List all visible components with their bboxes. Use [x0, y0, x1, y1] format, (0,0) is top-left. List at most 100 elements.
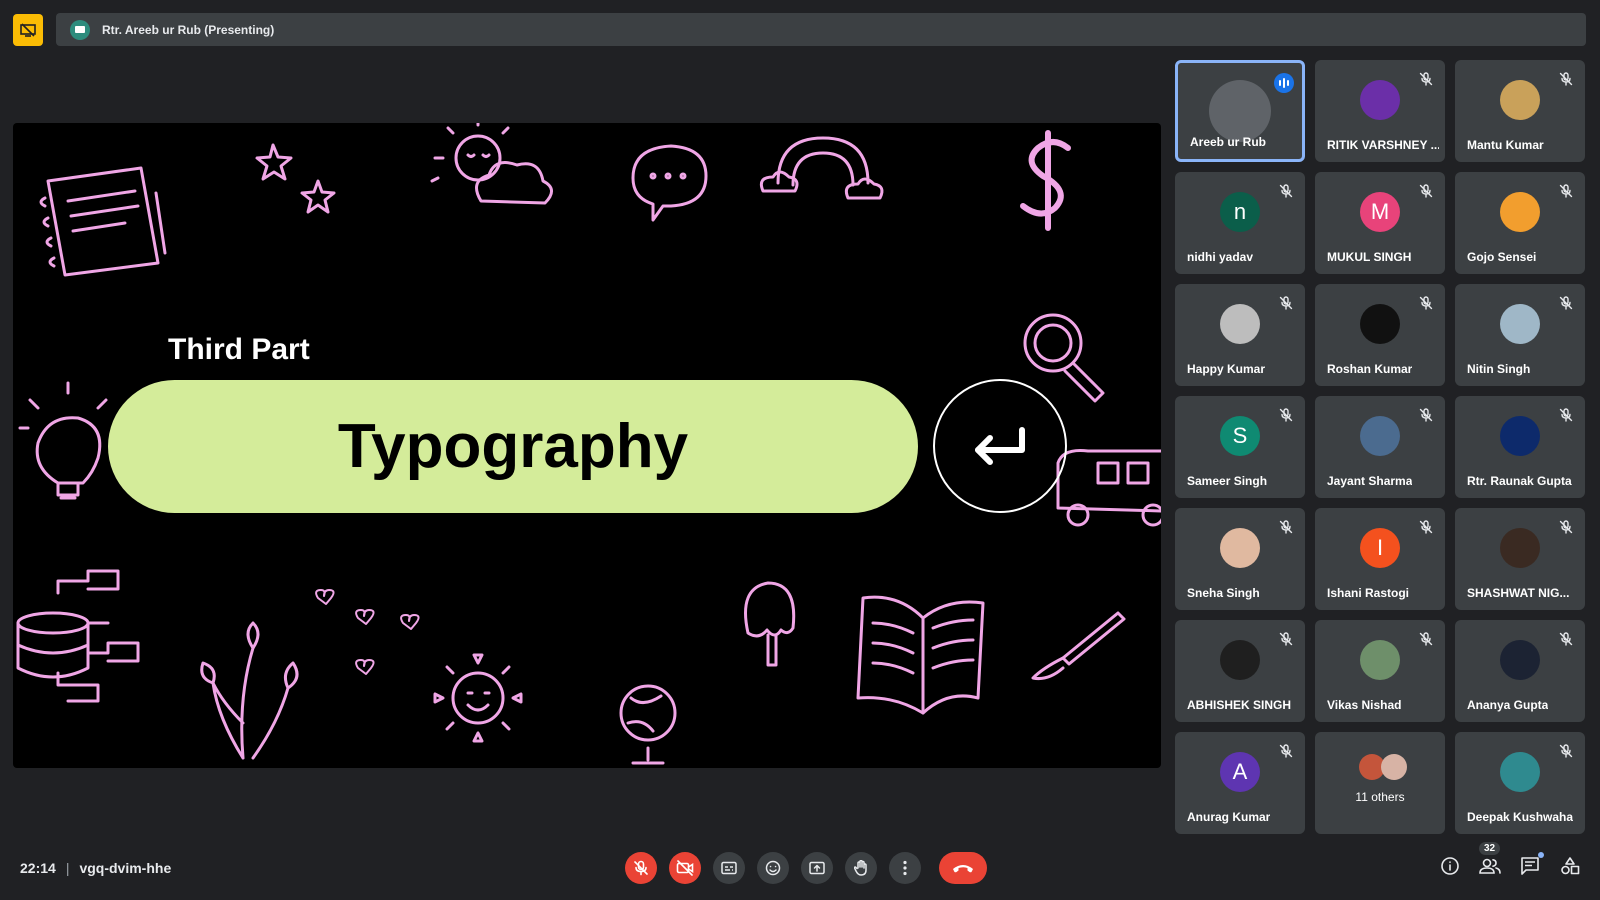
- participant-name: Ananya Gupta: [1467, 698, 1549, 712]
- participant-tile[interactable]: n nidhi yadav: [1175, 172, 1305, 274]
- heart-doodle: [400, 614, 420, 630]
- slide-title-pill: Typography: [108, 380, 918, 513]
- smiling-sun-doodle: [433, 653, 523, 743]
- avatar: [1500, 304, 1540, 344]
- participant-name: Vikas Nishad: [1327, 698, 1402, 712]
- participant-tile[interactable]: SHASHWAT NIG...: [1455, 508, 1585, 610]
- participant-tile[interactable]: Jayant Sharma: [1315, 396, 1445, 498]
- ice-cream-doodle: [744, 581, 796, 667]
- avatar: I: [1360, 528, 1400, 568]
- slide-title: Typography: [337, 412, 689, 481]
- participant-tile[interactable]: A Anurag Kumar: [1175, 732, 1305, 834]
- participant-tile[interactable]: Gojo Sensei: [1455, 172, 1585, 274]
- sun-cloud-doodle: [430, 123, 553, 205]
- book-doodle: [856, 595, 985, 715]
- participant-tile[interactable]: Ananya Gupta: [1455, 620, 1585, 722]
- more-options-icon[interactable]: [889, 852, 921, 884]
- camera-off-icon[interactable]: [669, 852, 701, 884]
- participant-tile[interactable]: RITIK VARSHNEY ...: [1315, 60, 1445, 162]
- avatar: [1500, 80, 1540, 120]
- heart-doodle: [355, 659, 375, 675]
- enter-arrow-icon: [933, 379, 1067, 513]
- participant-tile[interactable]: I Ishani Rastogi: [1315, 508, 1445, 610]
- chat-icon[interactable]: [1518, 852, 1544, 878]
- participant-name: Mantu Kumar: [1467, 138, 1544, 152]
- avatar: [1360, 640, 1400, 680]
- heart-doodle: [315, 589, 335, 605]
- meeting-info: 22:14 | vgq-dvim-hhe: [20, 860, 171, 876]
- avatar: n: [1220, 192, 1260, 232]
- participant-tile[interactable]: Sneha Singh: [1175, 508, 1305, 610]
- avatar: [1360, 304, 1400, 344]
- separator: |: [65, 860, 70, 876]
- notebook-doodle: [39, 166, 167, 277]
- presenter-bar: Rtr. Areeb ur Rub (Presenting): [56, 13, 1586, 46]
- presentation-slide: Third Part Typography: [13, 123, 1161, 768]
- info-icon[interactable]: [1438, 854, 1462, 878]
- participant-tile[interactable]: S Sameer Singh: [1175, 396, 1305, 498]
- participant-name: Anurag Kumar: [1187, 810, 1271, 824]
- meeting-time: 22:14: [20, 860, 56, 876]
- participant-name: RITIK VARSHNEY ...: [1327, 138, 1439, 152]
- participant-tile[interactable]: ABHISHEK SINGH: [1175, 620, 1305, 722]
- end-call-icon[interactable]: [939, 852, 987, 884]
- meeting-code[interactable]: vgq-dvim-hhe: [79, 860, 171, 876]
- participant-name: Sneha Singh: [1187, 586, 1260, 600]
- mic-off-icon[interactable]: [625, 852, 657, 884]
- participant-name: SHASHWAT NIG...: [1467, 586, 1570, 600]
- bus-doodle: [1056, 449, 1161, 527]
- top-bar: Rtr. Areeb ur Rub (Presenting): [0, 0, 1600, 60]
- magnifier-doodle: [1023, 313, 1105, 403]
- database-doodle: [16, 569, 140, 703]
- avatar: [1500, 640, 1540, 680]
- participant-tile[interactable]: Nitin Singh: [1455, 284, 1585, 386]
- participant-tile[interactable]: Rtr. Raunak Gupta: [1455, 396, 1585, 498]
- avatar: [1209, 80, 1271, 142]
- participant-tile[interactable]: Happy Kumar: [1175, 284, 1305, 386]
- bottom-bar: 22:14 | vgq-dvim-hhe 32: [0, 840, 1600, 900]
- participant-tile[interactable]: Roshan Kumar: [1315, 284, 1445, 386]
- avatar: [1220, 304, 1260, 344]
- participant-tile[interactable]: Areeb ur Rub: [1175, 60, 1305, 162]
- others-tile[interactable]: 11 others: [1315, 732, 1445, 834]
- raise-hand-icon[interactable]: [845, 852, 877, 884]
- plant-doodle: [200, 621, 299, 760]
- slide-subtitle: Third Part: [168, 333, 310, 366]
- presenter-label: Rtr. Areeb ur Rub (Presenting): [102, 22, 275, 37]
- present-icon[interactable]: [801, 852, 833, 884]
- side-panel-controls: 32: [1438, 842, 1582, 878]
- participant-count-badge: 32: [1479, 842, 1501, 855]
- avatar: [1220, 528, 1260, 568]
- participant-name: Deepak Kushwaha: [1467, 810, 1574, 824]
- participant-name: Sameer Singh: [1187, 474, 1268, 488]
- speaking-indicator-icon: [1274, 73, 1294, 93]
- paintbrush-doodle: [1031, 611, 1126, 680]
- others-avatars: [1359, 754, 1409, 782]
- participant-name: ABHISHEK SINGH: [1187, 698, 1292, 712]
- unread-dot: [1538, 852, 1544, 858]
- activities-icon[interactable]: [1558, 854, 1582, 878]
- participant-name: Roshan Kumar: [1327, 362, 1413, 376]
- participant-tile[interactable]: Vikas Nishad: [1315, 620, 1445, 722]
- participant-name: nidhi yadav: [1187, 250, 1254, 264]
- emoji-icon[interactable]: [757, 852, 789, 884]
- captions-icon[interactable]: [713, 852, 745, 884]
- participant-name: Rtr. Raunak Gupta: [1467, 474, 1572, 488]
- heart-doodle: [355, 609, 375, 625]
- participant-grid: Areeb ur Rub RITIK VARSHNEY ... Mantu Kuma…: [1175, 60, 1587, 834]
- participant-tile[interactable]: Deepak Kushwaha: [1455, 732, 1585, 834]
- avatar: [1500, 752, 1540, 792]
- avatar: A: [1220, 752, 1260, 792]
- participant-name: Ishani Rastogi: [1327, 586, 1410, 600]
- people-icon[interactable]: 32: [1478, 842, 1502, 878]
- avatar: [1500, 192, 1540, 232]
- avatar: S: [1220, 416, 1260, 456]
- avatar: [1360, 80, 1400, 120]
- lightbulb-doodle: [18, 381, 108, 500]
- participant-tile[interactable]: M MUKUL SINGH: [1315, 172, 1445, 274]
- presenter-avatar: [70, 19, 90, 40]
- star-doodle: [300, 179, 336, 214]
- globe-doodle: [619, 684, 677, 765]
- presentation-notice-icon[interactable]: [13, 14, 43, 46]
- participant-tile[interactable]: Mantu Kumar: [1455, 60, 1585, 162]
